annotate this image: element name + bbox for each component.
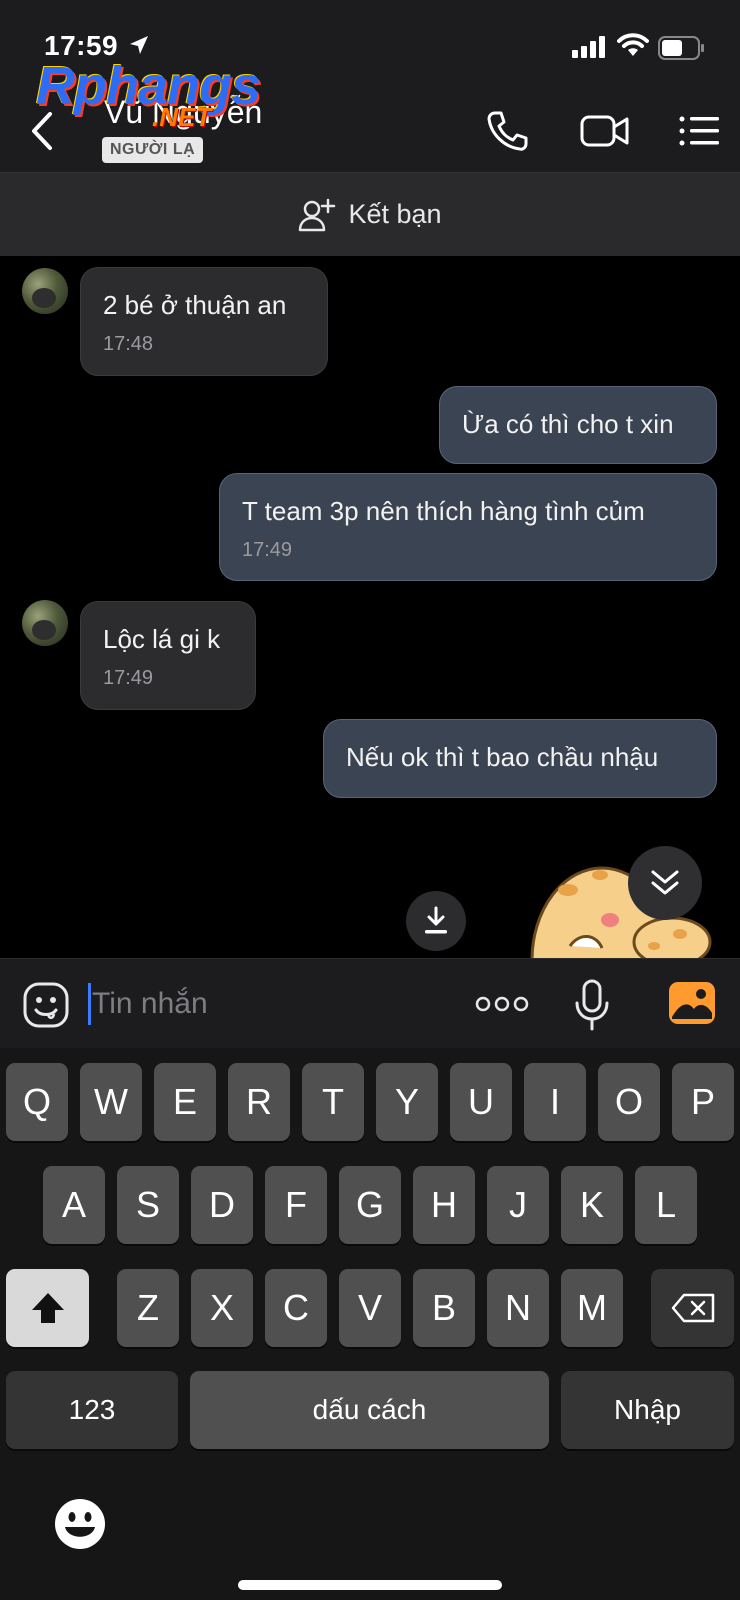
shift-arrow-icon [31, 1293, 64, 1323]
call-button[interactable] [482, 106, 532, 156]
wifi-icon [617, 33, 649, 56]
message-input[interactable] [92, 981, 452, 1027]
key-s[interactable]: S [117, 1166, 179, 1244]
add-friend-button[interactable]: Kết bạn [0, 172, 740, 256]
photo-gallery-icon [669, 982, 715, 1024]
sticker-smile-icon [23, 982, 69, 1028]
photo-gallery-button[interactable] [668, 981, 716, 1025]
key-c[interactable]: C [265, 1269, 327, 1347]
contact-avatar[interactable] [22, 600, 68, 646]
chat-header: 17:59 Vũ Nguyễn NGƯỜI LẠ Rphangs .NET [0, 0, 740, 172]
stranger-badge: NGƯỜI LẠ [102, 137, 204, 163]
download-icon [425, 906, 447, 934]
key-h[interactable]: H [413, 1166, 475, 1244]
message-outgoing[interactable]: T team 3p nên thích hàng tình củm 17:49 [219, 473, 717, 581]
key-j[interactable]: J [487, 1166, 549, 1244]
key-a[interactable]: A [43, 1166, 105, 1244]
message-incoming[interactable]: Lộc lá gi k 17:49 [80, 601, 256, 710]
message-time: 17:49 [103, 667, 154, 689]
key-z[interactable]: Z [117, 1269, 179, 1347]
contact-avatar[interactable] [22, 268, 68, 314]
key-i[interactable]: I [524, 1063, 586, 1141]
add-user-icon [299, 198, 336, 231]
sticker-button[interactable] [22, 981, 70, 1029]
key-p[interactable]: P [672, 1063, 734, 1141]
key-x[interactable]: X [191, 1269, 253, 1347]
key-b[interactable]: B [413, 1269, 475, 1347]
phone-icon [487, 111, 528, 151]
message-outgoing[interactable]: Nếu ok thì t bao chầu nhậu [323, 719, 717, 798]
message-outgoing[interactable]: Ừa có thì cho t xin [439, 386, 717, 464]
message-text: Ừa có thì cho t xin [462, 409, 674, 439]
key-k[interactable]: K [561, 1166, 623, 1244]
scroll-to-bottom-button[interactable] [628, 846, 702, 920]
key-y[interactable]: Y [376, 1063, 438, 1141]
backspace-icon [671, 1293, 714, 1323]
double-chevron-down-icon [651, 870, 679, 895]
download-button[interactable] [406, 891, 466, 951]
message-text: Nếu ok thì t bao chầu nhậu [346, 742, 659, 772]
message-text: T team 3p nên thích hàng tình củm [242, 496, 645, 526]
shift-key[interactable] [6, 1269, 89, 1347]
numbers-key[interactable]: 123 [6, 1371, 178, 1449]
home-indicator [238, 1580, 502, 1590]
virtual-keyboard: QWERTYUIOP ASDFGHJKL ZXCVBNM 123 dấu các… [0, 1048, 740, 1600]
message-text: Lộc lá gi k [103, 624, 221, 654]
key-q[interactable]: Q [6, 1063, 68, 1141]
location-arrow-icon [130, 36, 148, 54]
key-t[interactable]: T [302, 1063, 364, 1141]
key-f[interactable]: F [265, 1166, 327, 1244]
cellular-signal-icon [572, 36, 605, 58]
key-e[interactable]: E [154, 1063, 216, 1141]
watermark-logo: Rphangs .NET [36, 58, 266, 136]
key-d[interactable]: D [191, 1166, 253, 1244]
video-camera-icon [580, 115, 629, 147]
key-o[interactable]: O [598, 1063, 660, 1141]
key-g[interactable]: G [339, 1166, 401, 1244]
emoji-face-icon [55, 1499, 105, 1549]
message-text: 2 bé ở thuận an [103, 290, 287, 320]
key-m[interactable]: M [561, 1269, 623, 1347]
more-options-button[interactable] [474, 989, 530, 1019]
menu-list-icon [679, 116, 719, 146]
message-composer [0, 958, 740, 1048]
key-r[interactable]: R [228, 1063, 290, 1141]
chat-menu-button[interactable] [674, 106, 724, 156]
space-key[interactable]: dấu cách [190, 1371, 549, 1449]
return-key[interactable]: Nhập [561, 1371, 734, 1449]
key-v[interactable]: V [339, 1269, 401, 1347]
key-u[interactable]: U [450, 1063, 512, 1141]
watermark-brand: Rphangs [36, 56, 261, 116]
message-incoming[interactable]: 2 bé ở thuận an 17:48 [80, 267, 328, 376]
more-dots-icon [475, 996, 529, 1012]
video-call-button[interactable] [578, 106, 632, 156]
backspace-key[interactable] [651, 1269, 734, 1347]
message-time: 17:49 [242, 539, 293, 561]
text-caret [88, 983, 91, 1025]
add-friend-label: Kết bạn [348, 199, 442, 229]
key-l[interactable]: L [635, 1166, 697, 1244]
key-w[interactable]: W [80, 1063, 142, 1141]
battery-icon [658, 36, 704, 60]
key-n[interactable]: N [487, 1269, 549, 1347]
microphone-icon [575, 979, 609, 1031]
message-time: 17:48 [103, 333, 154, 355]
watermark-suffix: .NET [152, 102, 212, 132]
emoji-keyboard-button[interactable] [54, 1498, 106, 1550]
voice-message-button[interactable] [574, 979, 610, 1031]
